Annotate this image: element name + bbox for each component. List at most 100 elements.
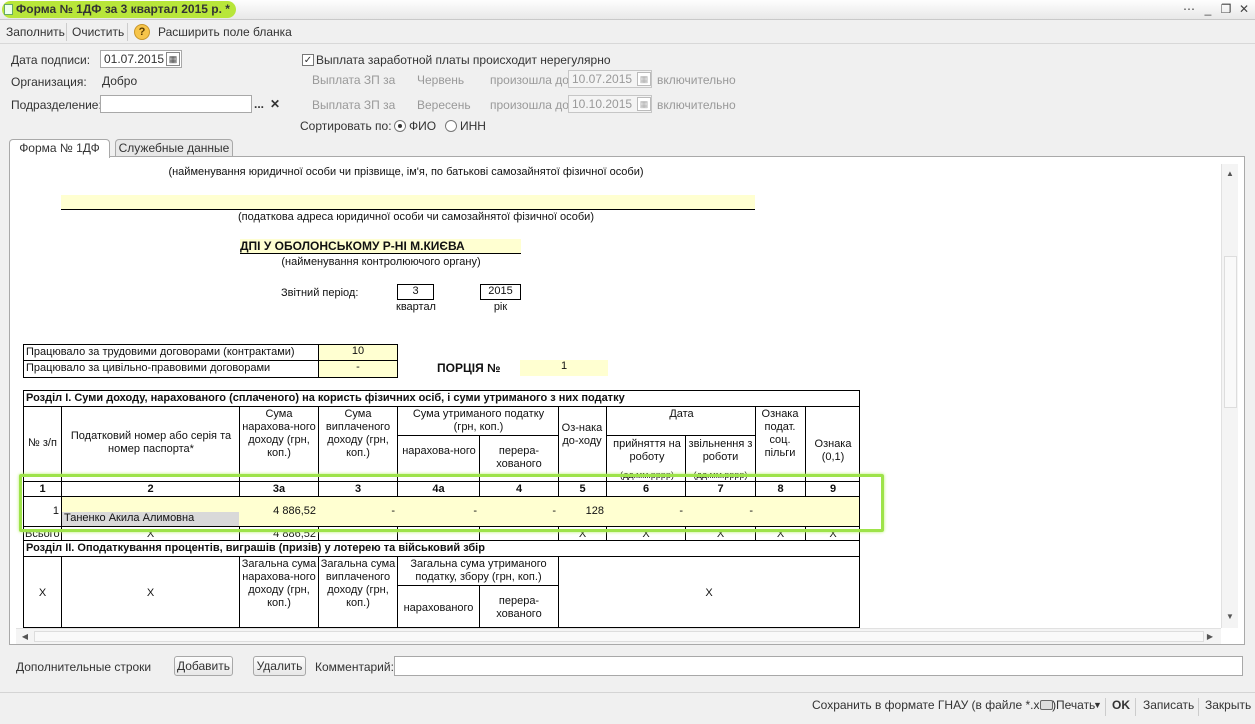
ok-button[interactable]: OK bbox=[1112, 697, 1130, 713]
period-label: Звітний період: bbox=[281, 287, 359, 299]
address-field[interactable] bbox=[61, 195, 755, 209]
document-area: (найменування юридичної особи чи прізвищ… bbox=[16, 164, 1220, 628]
worked-contract-field[interactable]: 10 bbox=[319, 345, 397, 360]
help-icon[interactable]: ? bbox=[134, 24, 150, 40]
header-fire: звільнення з роботи bbox=[688, 438, 753, 463]
divider bbox=[479, 585, 480, 628]
print-icon[interactable] bbox=[1040, 700, 1053, 710]
calendar-icon[interactable]: ▦ bbox=[166, 52, 180, 66]
sort-label: Сортировать по: bbox=[300, 119, 392, 133]
clear-button[interactable]: Очистить bbox=[72, 24, 124, 40]
pay-row-label: Выплата ЗП за bbox=[312, 73, 396, 87]
year-field[interactable]: 2015 bbox=[480, 284, 521, 300]
header-withheld-transferred: перера-хованого bbox=[496, 445, 542, 470]
pay-row-until-label: произошла до: bbox=[490, 98, 573, 112]
org-label: Организация: bbox=[11, 75, 87, 89]
sort-fio-radio[interactable] bbox=[394, 120, 406, 132]
save-gnau-button[interactable]: Сохранить в формате ГНАУ (в файле *.xml) bbox=[812, 697, 1056, 713]
header-accrued: Сума нарахова-ного доходу (грн, коп.) bbox=[242, 408, 316, 459]
quarter-field[interactable]: 3 bbox=[397, 284, 434, 300]
pay-row-incl: включительно bbox=[657, 73, 736, 87]
scroll-left-icon[interactable]: ◀ bbox=[20, 632, 30, 641]
quarter-label: квартал bbox=[396, 301, 436, 313]
irregular-pay-label: Выплата заработной платы происходит нере… bbox=[316, 53, 611, 67]
print-button[interactable]: Печать bbox=[1056, 697, 1095, 713]
minimize-icon[interactable]: _ bbox=[1201, 3, 1215, 16]
header-withheld-accrued: нарахова-ного bbox=[402, 445, 476, 457]
sign-date-label: Дата подписи: bbox=[11, 53, 91, 67]
header-withheld: Сума утриманого податку (грн, коп.) bbox=[412, 408, 545, 433]
comment-field[interactable] bbox=[394, 656, 1243, 676]
close-button[interactable]: Закрыть bbox=[1205, 697, 1251, 713]
header-benefit: Ознака подат. соц. пільги bbox=[761, 408, 799, 459]
pay-row-incl: включительно bbox=[657, 98, 736, 112]
extra-rows-label: Дополнительные строки bbox=[16, 660, 152, 674]
fill-button[interactable]: Заполнить bbox=[6, 24, 65, 40]
header-tax-id: Податковий номер або серія та номер пасп… bbox=[70, 430, 232, 455]
divider bbox=[397, 556, 398, 628]
divider bbox=[61, 209, 755, 210]
divider bbox=[398, 435, 558, 436]
header-paid: Сума виплаченого доходу (грн, коп.) bbox=[325, 408, 391, 459]
toolbar-separator bbox=[1105, 698, 1106, 716]
irregular-pay-checkbox[interactable]: ✓ bbox=[302, 54, 314, 66]
comment-label: Комментарий: bbox=[315, 660, 394, 674]
s2-header-total-paid: Загальна сума виплаченого доходу (грн, к… bbox=[320, 558, 396, 609]
s2-header-total-accrued: Загальна сума нарахова-ного доходу (грн,… bbox=[241, 558, 317, 609]
org-value: Добро bbox=[102, 74, 138, 88]
sort-inn-label: ИНН bbox=[460, 119, 486, 133]
portion-field[interactable]: 1 bbox=[520, 360, 608, 376]
window-menu-icon[interactable]: ⋯ bbox=[1182, 3, 1196, 16]
tab-form-1df[interactable]: Форма № 1ДФ bbox=[9, 139, 110, 158]
pay-row-label: Выплата ЗП за bbox=[312, 98, 396, 112]
header-sign01: Ознака (0,1) bbox=[814, 438, 852, 463]
toolbar-separator bbox=[66, 23, 67, 41]
save-button[interactable]: Записать bbox=[1143, 697, 1194, 713]
pay-row-month: Червень bbox=[417, 73, 465, 87]
horizontal-scrollbar[interactable]: ◀ ▶ bbox=[16, 628, 1221, 644]
s2-x: X bbox=[146, 587, 155, 599]
calendar-icon[interactable]: ▦ bbox=[637, 72, 651, 86]
dept-label: Подразделение: bbox=[11, 98, 102, 112]
toolbar: Заполнить Очистить ? Расширить поле блан… bbox=[0, 20, 1255, 44]
divider bbox=[607, 435, 755, 436]
year-label: рік bbox=[493, 301, 508, 313]
header-date: Дата bbox=[669, 408, 694, 420]
divider bbox=[398, 585, 558, 586]
print-dropdown-icon[interactable]: ▼ bbox=[1093, 697, 1102, 713]
sort-fio-label: ФИО bbox=[409, 119, 437, 133]
divider bbox=[240, 253, 521, 254]
scroll-up-icon[interactable]: ▲ bbox=[1225, 169, 1235, 178]
s2-header-accrued: нарахованого bbox=[403, 602, 474, 614]
authority-field[interactable]: ДПІ У ОБОЛОНСЬКОМУ Р-НІ М.КИЄВА bbox=[240, 239, 521, 253]
sort-inn-radio[interactable] bbox=[445, 120, 457, 132]
pay-row-until-label: произошла до: bbox=[490, 73, 573, 87]
scroll-thumb[interactable] bbox=[34, 631, 1204, 642]
toolbar-separator bbox=[1198, 698, 1199, 716]
select-ellipsis-button[interactable]: ... bbox=[254, 96, 264, 112]
restore-icon[interactable]: ❐ bbox=[1219, 3, 1233, 16]
calendar-icon[interactable]: ▦ bbox=[637, 97, 651, 111]
scroll-right-icon[interactable]: ▶ bbox=[1205, 632, 1215, 641]
window-title: Форма № 1ДФ за 3 квартал 2015 р. * bbox=[2, 1, 236, 18]
portion-label: ПОРЦІЯ № bbox=[437, 361, 501, 375]
scroll-down-icon[interactable]: ▼ bbox=[1225, 612, 1235, 621]
vertical-scrollbar[interactable]: ▲ ▼ bbox=[1221, 164, 1238, 628]
header-num: № з/п bbox=[28, 437, 57, 449]
close-icon[interactable]: ✕ bbox=[1237, 3, 1251, 16]
section1-title: Розділ І. Суми доходу, нарахованого (спл… bbox=[26, 392, 625, 404]
status-bar: Сохранить в формате ГНАУ (в файле *.xml)… bbox=[0, 692, 1255, 724]
form-icon bbox=[4, 4, 13, 15]
worked-civil-field[interactable]: - bbox=[319, 361, 397, 377]
dept-field[interactable] bbox=[100, 95, 252, 113]
expand-form-button[interactable]: Расширить поле бланка bbox=[158, 24, 292, 40]
delete-button[interactable]: Удалить bbox=[253, 656, 306, 676]
caption-address: (податкова адреса юридичної особи чи сам… bbox=[238, 211, 594, 223]
toolbar-separator bbox=[127, 23, 128, 41]
tab-service-data[interactable]: Служебные данные bbox=[115, 139, 233, 157]
worked-contract-label: Працювало за трудовими договорами (контр… bbox=[26, 346, 295, 358]
scroll-thumb[interactable] bbox=[1224, 256, 1237, 408]
divider bbox=[23, 406, 860, 407]
add-button[interactable]: Добавить bbox=[174, 656, 233, 676]
clear-field-icon[interactable]: ✕ bbox=[270, 96, 280, 112]
